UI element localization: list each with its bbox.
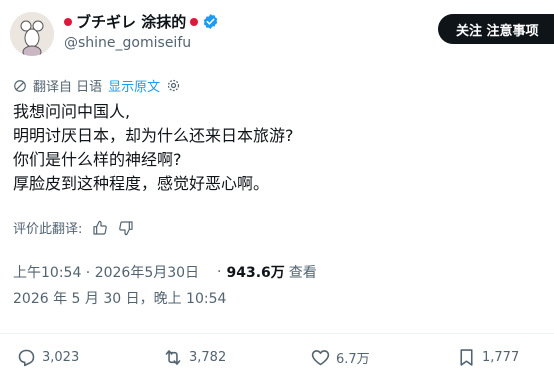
heart-icon bbox=[311, 350, 330, 366]
japan-flag-icon bbox=[64, 17, 72, 26]
divider bbox=[0, 333, 554, 334]
avatar-illustration bbox=[10, 12, 54, 56]
tweet-text: 我想问问中国人, 明明讨厌日本，却为什么还来日本旅游? 你们是什么样的神经啊? … bbox=[13, 100, 543, 196]
translated-from-label: 翻译自 日语 bbox=[33, 80, 103, 95]
view-count: 943.6万 bbox=[226, 265, 285, 281]
like-button[interactable]: 6.7万 bbox=[310, 347, 370, 368]
author-display-name[interactable]: ブチギレ 涂抹的 bbox=[76, 11, 186, 32]
tweet-line: 你们是什么样的神经啊? bbox=[13, 150, 182, 169]
rate-translation-row: 评价此翻译: bbox=[13, 218, 134, 237]
gear-icon[interactable] bbox=[166, 78, 181, 93]
bookmark-button[interactable]: 1,777 bbox=[456, 347, 519, 368]
repost-icon bbox=[165, 350, 181, 365]
translation-row: 翻译自 日语 显示原文 bbox=[13, 76, 181, 95]
translate-icon bbox=[14, 79, 26, 92]
views-label: 查看 bbox=[288, 265, 317, 281]
japan-flag-icon bbox=[190, 17, 199, 26]
tweet-meta: 上午10:54 · 2026年5月30日 · 943.6万 查看 bbox=[13, 262, 317, 282]
tweet-line: 我想问问中国人, bbox=[13, 102, 131, 121]
thumbs-up-icon[interactable] bbox=[92, 220, 108, 236]
reply-count: 3,023 bbox=[42, 350, 80, 365]
repost-count: 3,782 bbox=[189, 350, 227, 365]
follow-button[interactable]: 关注 注意事项 bbox=[438, 14, 554, 44]
translated-timestamp: 2026 年 5 月 30 日，晚上 10:54 bbox=[13, 291, 227, 307]
author-name-row[interactable]: ブチギレ 涂抹的 bbox=[64, 11, 219, 32]
reply-icon bbox=[18, 349, 35, 367]
bookmark-count: 1,777 bbox=[482, 350, 520, 365]
show-original-link[interactable]: 显示原文 bbox=[108, 76, 160, 95]
tweet-line: 厚脸皮到这种程度，感觉好恶心啊。 bbox=[13, 174, 270, 193]
tweet-timestamp[interactable]: 上午10:54 · 2026年5月30日 bbox=[13, 262, 199, 282]
repost-button[interactable]: 3,782 bbox=[162, 347, 226, 368]
avatar[interactable] bbox=[10, 12, 54, 56]
rate-translation-label: 评价此翻译: bbox=[13, 222, 83, 237]
thumbs-down-icon[interactable] bbox=[118, 220, 134, 236]
author-handle[interactable]: @shine_gomiseifu bbox=[64, 35, 191, 51]
tweet-line: 明明讨厌日本，却为什么还来日本旅游? bbox=[13, 126, 294, 145]
meta-separator: · bbox=[217, 264, 222, 280]
like-count: 6.7万 bbox=[336, 352, 370, 367]
verified-badge-icon bbox=[204, 14, 218, 29]
bookmark-icon bbox=[460, 349, 473, 366]
reply-button[interactable]: 3,023 bbox=[16, 347, 79, 368]
